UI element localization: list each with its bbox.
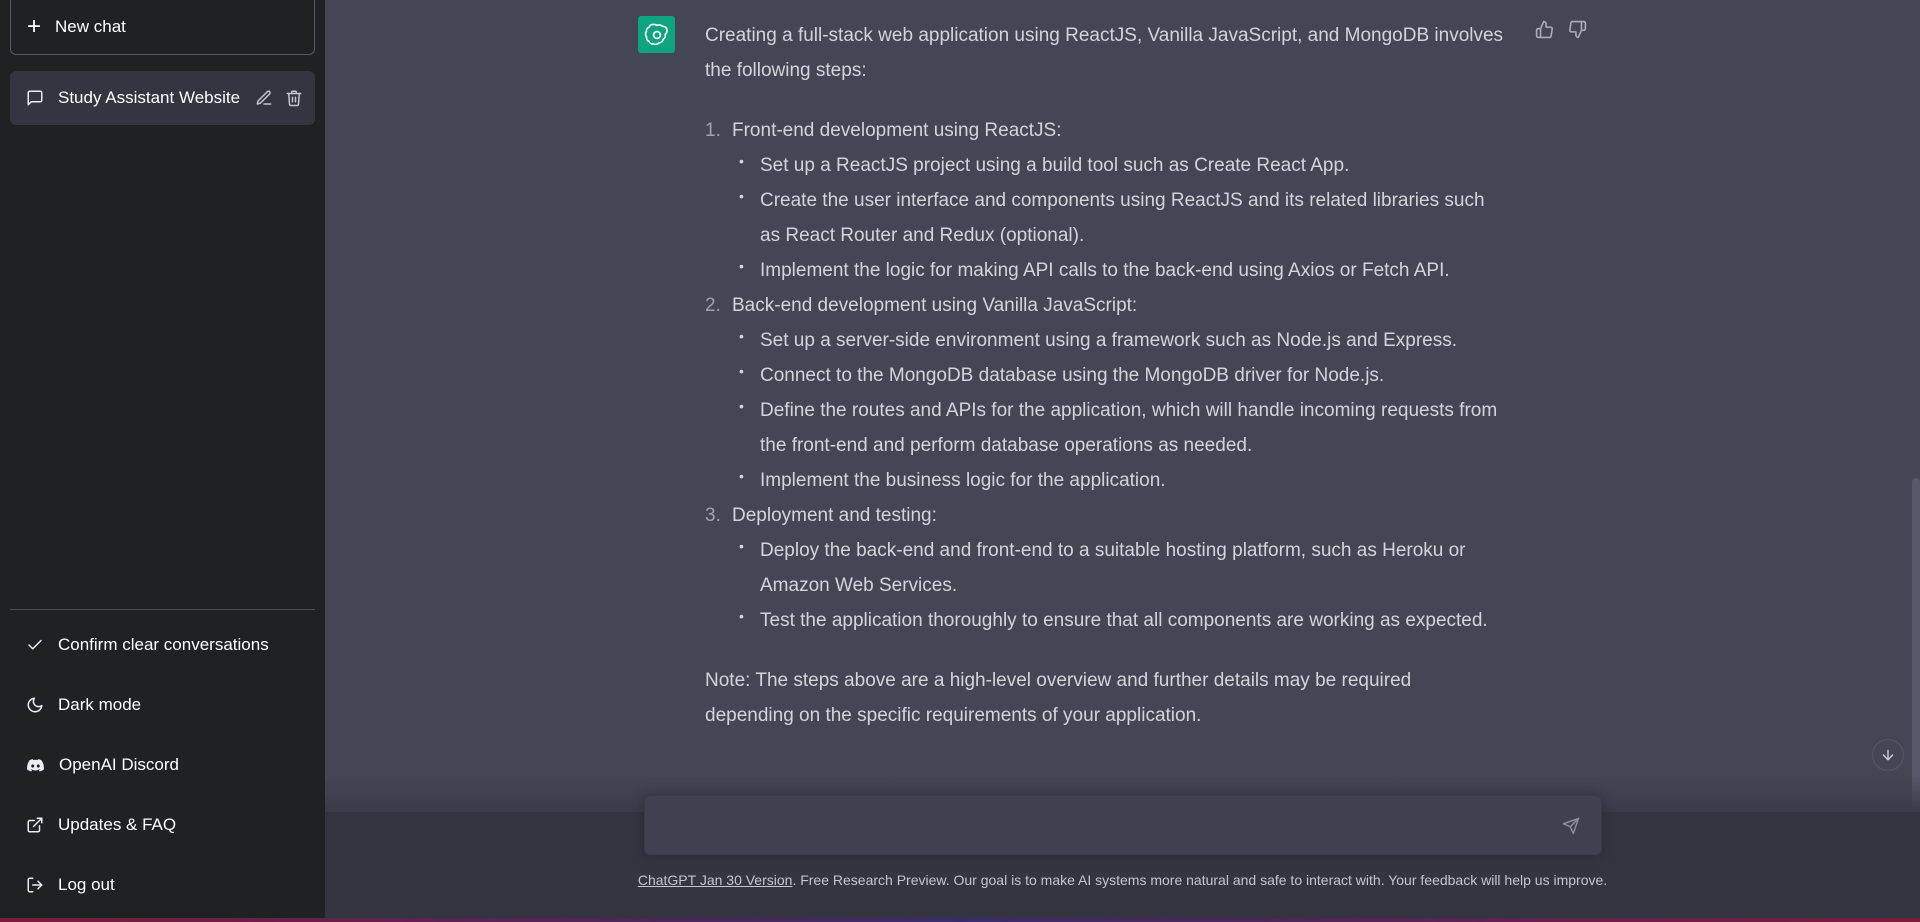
window-bottom-edge bbox=[0, 918, 1920, 922]
step-item: 3. Deployment and testing: Deploy the ba… bbox=[705, 498, 1505, 638]
openai-logo-icon bbox=[644, 23, 668, 45]
bullet-item: Implement the business logic for the app… bbox=[732, 459, 1505, 498]
step-number: 3. bbox=[705, 505, 721, 526]
logout-icon bbox=[26, 876, 44, 894]
arrow-down-icon bbox=[1882, 749, 1894, 761]
updates-faq-link[interactable]: Updates & FAQ bbox=[10, 799, 315, 851]
step-title: Front-end development using ReactJS: bbox=[732, 120, 1062, 141]
edit-icon[interactable] bbox=[255, 89, 273, 107]
bullet-item: Set up a ReactJS project using a build t… bbox=[732, 144, 1505, 183]
version-link[interactable]: ChatGPT Jan 30 Version bbox=[638, 872, 793, 888]
bullet-item: Implement the logic for making API calls… bbox=[732, 249, 1505, 288]
confirm-clear-conversations-button[interactable]: Confirm clear conversations bbox=[10, 619, 315, 671]
moon-icon bbox=[26, 696, 44, 714]
sidebar: + New chat Study Assistant Website Confi… bbox=[0, 0, 325, 922]
step-title: Deployment and testing: bbox=[732, 505, 937, 526]
message-input[interactable] bbox=[661, 812, 1521, 840]
scrollbar[interactable] bbox=[1912, 478, 1920, 808]
log-out-button[interactable]: Log out bbox=[10, 859, 315, 911]
check-icon bbox=[26, 636, 44, 654]
menu-label: Updates & FAQ bbox=[58, 815, 177, 834]
discord-icon bbox=[26, 756, 45, 775]
new-chat-label: New chat bbox=[55, 17, 126, 36]
external-link-icon bbox=[26, 816, 44, 834]
bullet-item: Test the application thoroughly to ensur… bbox=[732, 599, 1505, 638]
bullet-item: Define the routes and APIs for the appli… bbox=[732, 389, 1505, 463]
bullet-item: Deploy the back-end and front-end to a s… bbox=[732, 529, 1505, 603]
chat-main: Creating a full-stack web application us… bbox=[325, 0, 1920, 922]
footer-disclaimer: ChatGPT Jan 30 Version. Free Research Pr… bbox=[325, 872, 1920, 888]
step-number: 1. bbox=[705, 120, 721, 141]
conversation-item[interactable]: Study Assistant Website bbox=[10, 71, 315, 125]
send-button[interactable] bbox=[1559, 814, 1583, 838]
thumbs-up-icon[interactable] bbox=[1535, 20, 1554, 39]
bullet-item: Create the user interface and components… bbox=[732, 179, 1505, 253]
steps-list: 1. Front-end development using ReactJS: … bbox=[705, 113, 1505, 638]
step-number: 2. bbox=[705, 295, 721, 316]
step-item: 2. Back-end development using Vanilla Ja… bbox=[705, 288, 1505, 498]
chat-bubble-icon bbox=[26, 89, 44, 107]
new-chat-button[interactable]: + New chat bbox=[10, 0, 315, 55]
step-title: Back-end development using Vanilla JavaS… bbox=[732, 295, 1138, 316]
thumbs-down-icon[interactable] bbox=[1568, 20, 1587, 39]
step-item: 1. Front-end development using ReactJS: … bbox=[705, 113, 1505, 288]
menu-label: OpenAI Discord bbox=[59, 755, 179, 774]
conversation-title: Study Assistant Website bbox=[58, 88, 241, 107]
bullet-item: Connect to the MongoDB database using th… bbox=[732, 354, 1505, 393]
send-icon bbox=[1562, 817, 1580, 835]
plus-icon: + bbox=[27, 13, 42, 40]
menu-label: Dark mode bbox=[58, 695, 142, 714]
message-note: Note: The steps above are a high-level o… bbox=[705, 670, 1412, 726]
assistant-message: Creating a full-stack web application us… bbox=[705, 18, 1505, 733]
assistant-avatar bbox=[638, 16, 675, 53]
openai-discord-link[interactable]: OpenAI Discord bbox=[10, 739, 315, 791]
trash-icon[interactable] bbox=[285, 89, 303, 107]
bullet-item: Set up a server-side environment using a… bbox=[732, 319, 1505, 358]
menu-label: Confirm clear conversations bbox=[58, 635, 269, 654]
scroll-to-bottom-button[interactable] bbox=[1872, 739, 1904, 771]
message-composer bbox=[644, 795, 1602, 855]
feedback-buttons bbox=[1535, 20, 1587, 39]
dark-mode-button[interactable]: Dark mode bbox=[10, 679, 315, 731]
footer-text: . Free Research Preview. Our goal is to … bbox=[792, 872, 1608, 888]
message-intro: Creating a full-stack web application us… bbox=[705, 25, 1504, 81]
sidebar-divider bbox=[10, 609, 315, 610]
menu-label: Log out bbox=[58, 875, 115, 894]
